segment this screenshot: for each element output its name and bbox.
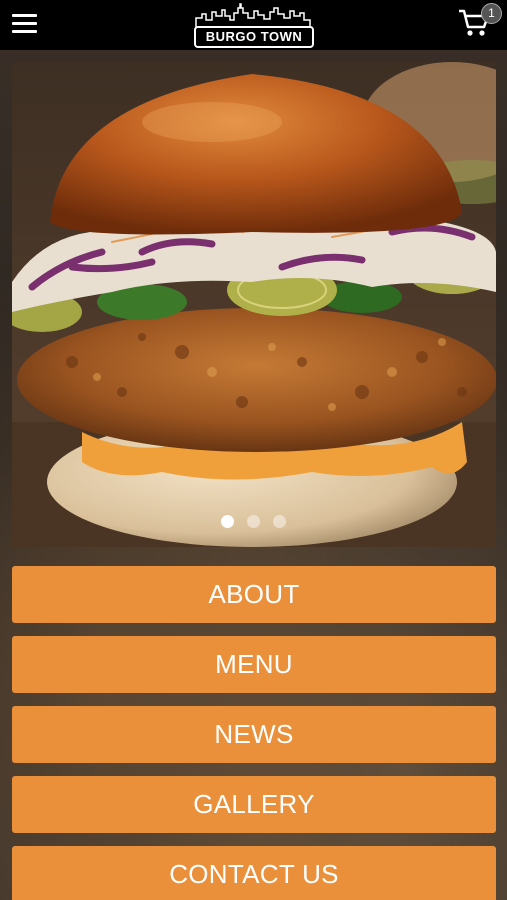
city-skyline-icon	[195, 3, 311, 28]
news-button[interactable]: NEWS	[12, 706, 496, 763]
contact-us-button[interactable]: CONTACT US	[12, 846, 496, 900]
gallery-button[interactable]: GALLERY	[12, 776, 496, 833]
menu-button[interactable]: MENU	[12, 636, 496, 693]
about-button[interactable]: ABOUT	[12, 566, 496, 623]
carousel-dot-1[interactable]	[221, 515, 234, 528]
hamburger-menu-icon[interactable]	[12, 14, 37, 34]
brand-name: BURGO TOWN	[194, 26, 314, 48]
carousel-dot-3[interactable]	[273, 515, 286, 528]
cart-count-badge: 1	[481, 3, 502, 24]
brand-logo[interactable]: BURGO TOWN	[194, 2, 314, 48]
hero-carousel-image[interactable]	[12, 62, 496, 547]
burger-photo	[12, 62, 496, 547]
top-bar: BURGO TOWN 1	[0, 0, 507, 50]
carousel-dot-2[interactable]	[247, 515, 260, 528]
carousel-indicators	[221, 515, 291, 529]
